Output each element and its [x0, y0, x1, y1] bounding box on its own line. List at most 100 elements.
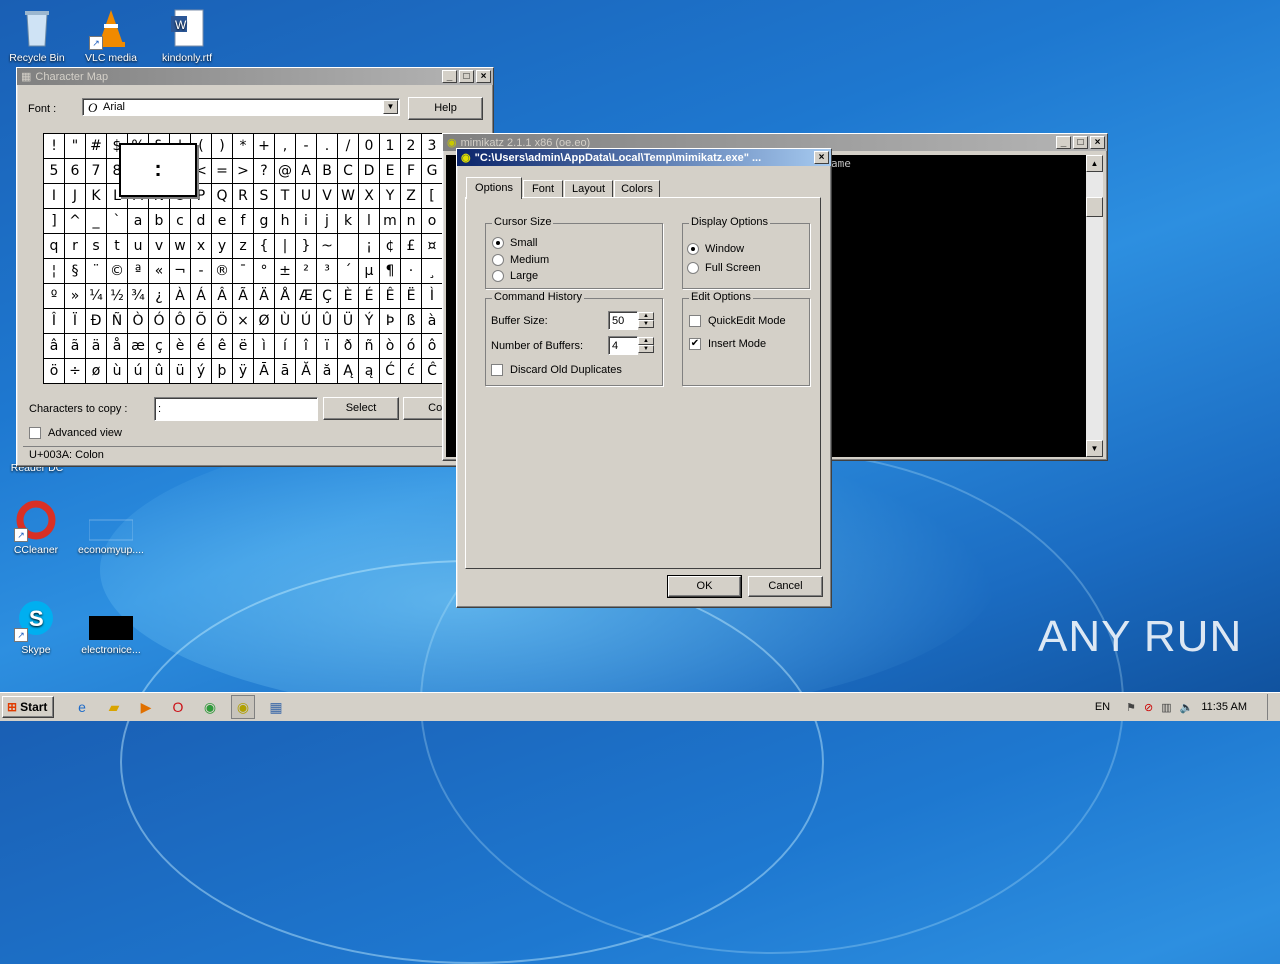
char-cell[interactable]: Å: [275, 284, 296, 309]
char-cell[interactable]: ü: [170, 359, 191, 384]
char-cell[interactable]: f: [233, 209, 254, 234]
char-cell[interactable]: Ù: [275, 309, 296, 334]
maximize-button[interactable]: □: [1073, 136, 1088, 149]
char-cell[interactable]: q: [44, 234, 65, 259]
char-cell[interactable]: ": [65, 134, 86, 159]
close-button[interactable]: ×: [814, 151, 829, 164]
char-cell[interactable]: î: [296, 334, 317, 359]
char-cell[interactable]: g: [254, 209, 275, 234]
char-cell[interactable]: |: [275, 234, 296, 259]
char-cell[interactable]: Ó: [149, 309, 170, 334]
char-cell[interactable]: Ĉ: [422, 359, 443, 384]
char-cell[interactable]: §: [65, 259, 86, 284]
folder-icon[interactable]: ▰: [103, 696, 125, 718]
char-cell[interactable]: Ă: [296, 359, 317, 384]
char-cell[interactable]: w: [170, 234, 191, 259]
char-cell[interactable]: *: [233, 134, 254, 159]
char-cell[interactable]: ą: [359, 359, 380, 384]
char-cell[interactable]: ): [212, 134, 233, 159]
char-cell[interactable]: È: [338, 284, 359, 309]
char-cell[interactable]: ß: [401, 309, 422, 334]
language-indicator[interactable]: EN: [1095, 701, 1110, 713]
char-cell[interactable]: C: [338, 159, 359, 184]
desktop-icon-electronice[interactable]: electronice...: [76, 598, 146, 656]
char-cell[interactable]: ā: [275, 359, 296, 384]
char-cell[interactable]: û: [149, 359, 170, 384]
char-cell[interactable]: ú: [128, 359, 149, 384]
buffer-size-spinner[interactable]: ▲ ▼: [638, 312, 654, 328]
scroll-thumb[interactable]: [1086, 197, 1103, 217]
minimize-button[interactable]: _: [442, 70, 457, 83]
char-cell[interactable]: A: [296, 159, 317, 184]
tray-network-icon[interactable]: ▥: [1161, 701, 1171, 714]
char-cell[interactable]: Ï: [65, 309, 86, 334]
char-cell[interactable]: 3: [422, 134, 443, 159]
char-cell[interactable]: u: [128, 234, 149, 259]
char-cell[interactable]: m: [380, 209, 401, 234]
char-cell[interactable]: »: [65, 284, 86, 309]
charmap-titlebar[interactable]: ▦ Character Map _ □ ×: [17, 68, 493, 85]
internet-explorer-icon[interactable]: e: [71, 696, 93, 718]
char-cell[interactable]: @: [275, 159, 296, 184]
char-cell[interactable]: s: [86, 234, 107, 259]
font-select[interactable]: O Arial ▼: [82, 98, 400, 116]
char-cell[interactable]: Ð: [86, 309, 107, 334]
tray-security-icon[interactable]: ⊘: [1144, 701, 1153, 714]
char-cell[interactable]: Î: [44, 309, 65, 334]
console-scrollbar[interactable]: ▲ ▼: [1086, 155, 1103, 457]
char-cell[interactable]: ³: [317, 259, 338, 284]
char-cell[interactable]: ¦: [44, 259, 65, 284]
char-cell[interactable]: º: [44, 284, 65, 309]
num-buffers-spinner[interactable]: ▲ ▼: [638, 337, 654, 353]
char-cell[interactable]: ê: [212, 334, 233, 359]
char-cell[interactable]: D: [359, 159, 380, 184]
char-cell[interactable]: Ć: [380, 359, 401, 384]
char-cell[interactable]: Ô: [170, 309, 191, 334]
spin-up-icon[interactable]: ▲: [638, 312, 654, 320]
char-cell[interactable]: ª: [128, 259, 149, 284]
char-cell[interactable]: ï: [317, 334, 338, 359]
char-cell[interactable]: è: [170, 334, 191, 359]
tab-layout[interactable]: Layout: [564, 180, 613, 198]
char-cell[interactable]: ¼: [86, 284, 107, 309]
char-cell[interactable]: ô: [422, 334, 443, 359]
char-cell[interactable]: r: [65, 234, 86, 259]
char-cell[interactable]: ±: [275, 259, 296, 284]
char-cell[interactable]: Ú: [296, 309, 317, 334]
char-cell[interactable]: ?: [254, 159, 275, 184]
desktop-icon-skype[interactable]: S ↗ Skype: [1, 598, 71, 656]
char-cell[interactable]: -: [296, 134, 317, 159]
char-cell[interactable]: {: [254, 234, 275, 259]
char-cell[interactable]: -: [191, 259, 212, 284]
char-cell[interactable]: Ä: [254, 284, 275, 309]
tray-volume-icon[interactable]: 🔈: [1180, 701, 1194, 714]
radio-full-screen[interactable]: Full Screen: [687, 262, 761, 274]
char-cell[interactable]: Q: [212, 184, 233, 209]
char-cell[interactable]: ¶: [380, 259, 401, 284]
char-cell[interactable]: à: [422, 309, 443, 334]
char-cell[interactable]: e: [212, 209, 233, 234]
char-cell[interactable]: À: [170, 284, 191, 309]
char-cell[interactable]: 2: [401, 134, 422, 159]
scroll-up-icon[interactable]: ▲: [1086, 155, 1103, 172]
spin-down-icon[interactable]: ▼: [638, 320, 654, 328]
char-cell[interactable]: í: [275, 334, 296, 359]
char-cell[interactable]: ¸: [422, 259, 443, 284]
char-cell[interactable]: b: [149, 209, 170, 234]
char-cell[interactable]: i: [296, 209, 317, 234]
spin-up-icon[interactable]: ▲: [638, 337, 654, 345]
character-grid[interactable]: !"#$%&'()*+,-./0123456789:;<=>?@ABCDEFGH…: [43, 133, 464, 384]
radio-window[interactable]: Window: [687, 243, 744, 255]
char-cell[interactable]: }: [296, 234, 317, 259]
char-cell[interactable]: a: [128, 209, 149, 234]
char-cell[interactable]: ò: [380, 334, 401, 359]
char-cell[interactable]: J: [65, 184, 86, 209]
char-cell[interactable]: d: [191, 209, 212, 234]
char-cell[interactable]: B: [317, 159, 338, 184]
char-cell[interactable]: [338, 234, 359, 259]
chrome-icon[interactable]: ◉: [199, 696, 221, 718]
char-cell[interactable]: Ö: [212, 309, 233, 334]
char-cell[interactable]: Ą: [338, 359, 359, 384]
char-cell[interactable]: ù: [107, 359, 128, 384]
char-cell[interactable]: Ü: [338, 309, 359, 334]
